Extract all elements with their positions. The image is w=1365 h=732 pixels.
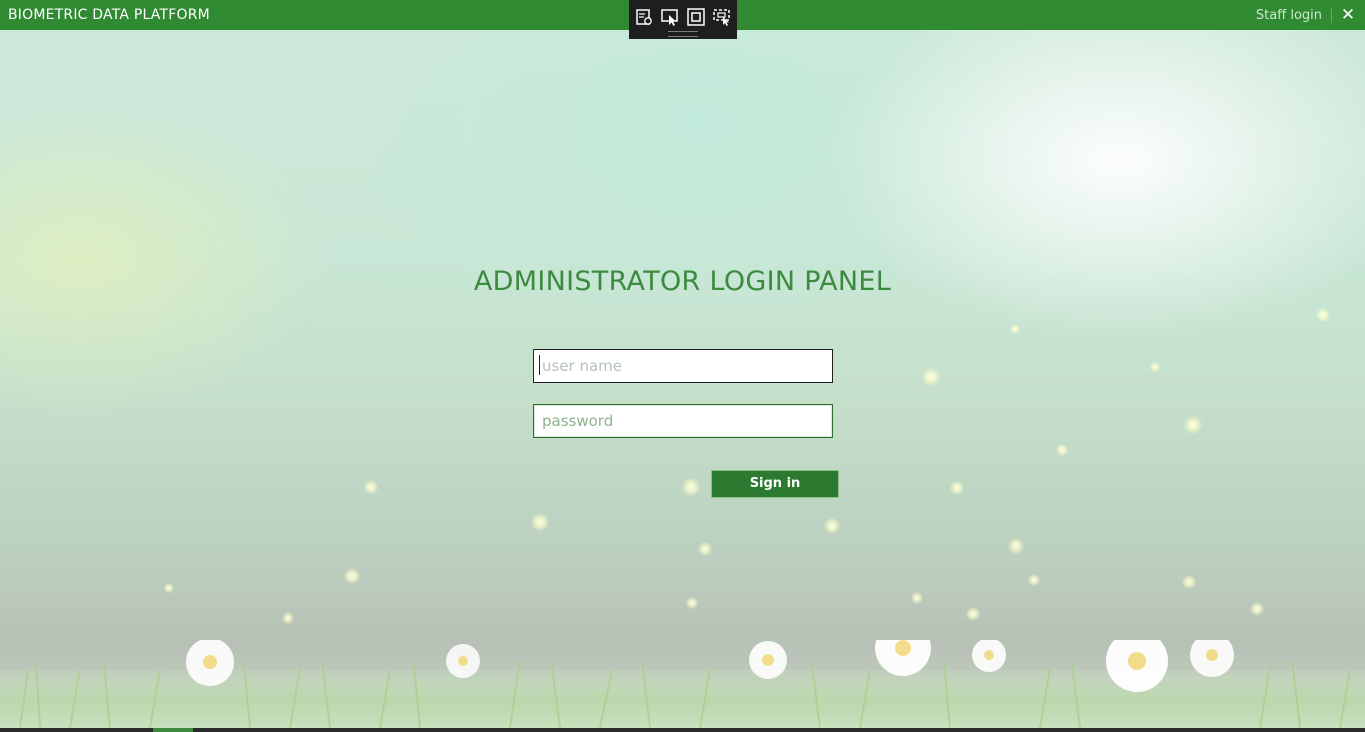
sparkle [164, 583, 174, 593]
sparkle [922, 368, 940, 386]
sparkle [282, 612, 294, 624]
sparkle [911, 592, 923, 604]
sparkle [531, 513, 549, 531]
sparkle [1250, 602, 1264, 616]
sparkle [682, 478, 700, 496]
staff-login-link[interactable]: Staff login [1256, 8, 1322, 23]
app-title: BIOMETRIC DATA PLATFORM [8, 7, 210, 23]
sparkle [698, 542, 712, 556]
sign-in-button[interactable]: Sign in [711, 470, 839, 498]
sparkle [824, 518, 840, 534]
sparkle [1028, 574, 1040, 586]
page-title: ADMINISTRATOR LOGIN PANEL [473, 266, 892, 297]
sparkle [364, 480, 378, 494]
close-button[interactable]: ✕ [1339, 5, 1357, 25]
username-field[interactable] [533, 349, 833, 383]
sparkle [686, 597, 698, 609]
live-visual-tree-icon[interactable] [634, 7, 654, 27]
taskbar-edge [0, 728, 1365, 732]
title-bar-divider [1331, 8, 1332, 23]
taskbar-active-indicator [153, 728, 193, 732]
toolbar-drag-handle[interactable] [668, 31, 698, 37]
debug-toolbar [629, 0, 737, 39]
sparkle [1316, 308, 1330, 322]
select-element-icon[interactable] [660, 7, 680, 27]
sparkle [1010, 324, 1020, 334]
display-layout-adorners-icon[interactable] [686, 7, 706, 27]
track-focused-element-icon[interactable] [712, 7, 732, 27]
sparkle [950, 481, 964, 495]
text-caret [539, 355, 540, 375]
sparkle [1150, 362, 1160, 372]
sparkle [1184, 416, 1202, 434]
sparkle [1008, 538, 1024, 554]
login-window: BIOMETRIC DATA PLATFORM Staff login ✕ AD… [0, 0, 1365, 732]
sparkle [966, 607, 980, 621]
password-field[interactable] [533, 404, 833, 438]
sparkle [1056, 444, 1068, 456]
grass-flowers-decoration [0, 640, 1365, 728]
sparkle [344, 568, 360, 584]
sparkle [1182, 575, 1196, 589]
